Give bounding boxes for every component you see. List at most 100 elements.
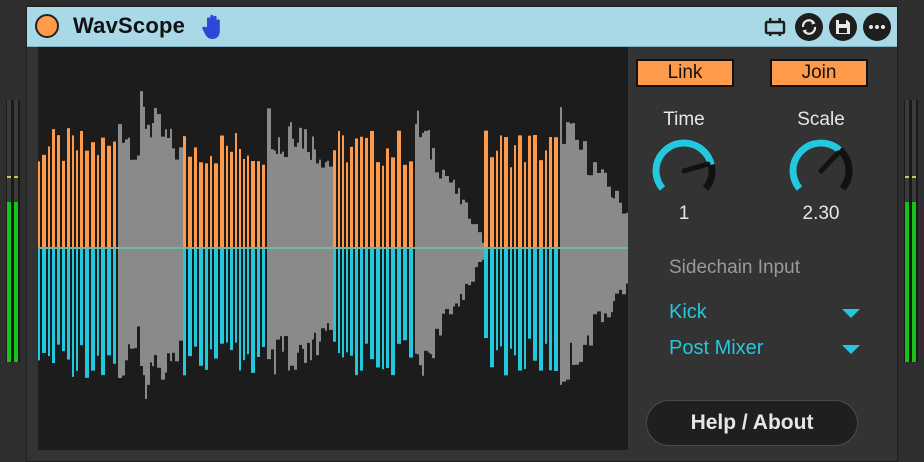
chevron-down-icon[interactable]: [842, 309, 860, 318]
scale-knob[interactable]: [787, 137, 855, 203]
waveform-bar-top: [118, 124, 122, 248]
waveform-bar-bottom: [262, 248, 265, 347]
waveform-bar-top: [455, 193, 458, 248]
waveform-bar-bottom: [152, 248, 154, 367]
waveform-bar-bottom: [365, 248, 368, 344]
refresh-icon[interactable]: [795, 13, 823, 41]
waveform-bar-top: [210, 155, 212, 248]
waveform-svg: [38, 91, 630, 399]
waveform-bar-bottom: [415, 248, 417, 354]
waveform-bar-bottom: [299, 248, 302, 345]
waveform-bar-top: [601, 169, 604, 248]
waveform-bar-bottom: [297, 248, 299, 353]
waveform-bar-top: [471, 224, 475, 248]
waveform-bar-top: [419, 137, 422, 248]
waveform-display[interactable]: [38, 47, 630, 450]
waveform-center-line: [38, 247, 628, 249]
waveform-bar-bottom: [514, 248, 516, 356]
waveform-bar-bottom: [157, 248, 161, 368]
waveform-bar-bottom: [76, 248, 78, 371]
waveform-bar-top: [430, 159, 432, 248]
waveform-bar-bottom: [274, 248, 276, 375]
waveform-bar-top: [226, 145, 228, 248]
waveform-bar-bottom: [214, 248, 218, 359]
waveform-bar-top: [72, 135, 74, 248]
waveform-bar-top: [183, 136, 186, 248]
help-about-button[interactable]: Help / About: [646, 400, 858, 446]
more-icon[interactable]: [863, 13, 891, 41]
waveform-bar-top: [350, 146, 353, 248]
waveform-bar-top: [376, 162, 380, 248]
waveform-bar-bottom: [278, 248, 280, 340]
waveform-bar-bottom: [175, 248, 179, 362]
waveform-bar-bottom: [288, 248, 290, 371]
waveform-bar-top: [524, 162, 526, 248]
waveform-bar-bottom: [355, 248, 358, 376]
waveform-bar-bottom: [137, 248, 140, 327]
waveform-bar-bottom: [194, 248, 197, 347]
waveform-bar-bottom: [566, 248, 570, 380]
waveform-bar-bottom: [611, 248, 613, 313]
waveform-bar-top: [417, 110, 419, 248]
waveform-bar-top: [161, 136, 165, 248]
waveform-bar-bottom: [622, 248, 626, 295]
waveform-bar-bottom: [350, 248, 353, 356]
waveform-bar-top: [613, 198, 615, 248]
waveform-bar-bottom: [428, 248, 430, 353]
waveform-bar-bottom: [482, 248, 484, 260]
waveform-bar-top: [314, 149, 316, 248]
waveform-bar-bottom: [403, 248, 407, 341]
waveform-bar-bottom: [38, 248, 40, 361]
waveform-bar-bottom: [48, 248, 50, 357]
waveform-bar-bottom: [161, 248, 165, 380]
waveform-bar-top: [439, 178, 442, 248]
waveform-bar-top: [80, 130, 83, 248]
waveform-bar-bottom: [593, 248, 597, 315]
link-button[interactable]: Link: [636, 59, 734, 87]
waveform-bar-top: [38, 161, 40, 248]
time-knob[interactable]: [650, 137, 718, 203]
waveform-bar-bottom: [170, 248, 172, 362]
waveform-bar-top: [342, 135, 344, 248]
waveform-bar-bottom: [504, 248, 508, 376]
save-icon[interactable]: [829, 13, 857, 41]
waveform-bar-top: [554, 137, 558, 248]
waveform-bar-bottom: [154, 248, 157, 356]
waveform-bar-top: [290, 122, 292, 248]
waveform-bar-bottom: [376, 248, 380, 368]
waveform-bar-top: [274, 150, 276, 248]
device-power-button[interactable]: [35, 14, 59, 38]
waveform-bar-bottom: [107, 248, 111, 356]
waveform-bar-bottom: [382, 248, 384, 370]
waveform-bar-top: [496, 150, 498, 248]
right-level-meter: [904, 100, 918, 362]
device-titlebar[interactable]: WavScope: [27, 7, 897, 47]
sidechain-tap-dropdown[interactable]: Post Mixer: [669, 337, 763, 360]
waveform-bar-bottom: [490, 248, 494, 368]
chevron-down-icon[interactable]: [842, 345, 860, 354]
waveform-bar-top: [579, 149, 583, 248]
waveform-bar-top: [442, 169, 445, 248]
waveform-bar-bottom: [589, 248, 593, 346]
waveform-bar-bottom: [329, 248, 333, 330]
waveform-bar-bottom: [128, 248, 130, 345]
waveform-bar-bottom: [118, 248, 122, 379]
waveform-bar-top: [453, 179, 455, 248]
waveform-bar-bottom: [251, 248, 255, 373]
waveform-bar-top: [445, 176, 449, 248]
waveform-bar-top: [370, 130, 374, 248]
waveform-bar-bottom: [321, 248, 325, 329]
waveform-bar-bottom: [57, 248, 60, 345]
waveform-bar-top: [167, 137, 170, 248]
waveform-bar-bottom: [271, 248, 274, 350]
time-knob-label: Time: [663, 109, 705, 130]
sidechain-source-dropdown[interactable]: Kick: [669, 301, 707, 324]
waveform-bar-bottom: [539, 248, 543, 371]
waveform-bar-top: [622, 213, 626, 248]
waveform-bar-bottom: [101, 248, 105, 376]
join-button[interactable]: Join: [770, 59, 868, 87]
waveform-bar-bottom: [325, 248, 327, 331]
monitor-icon[interactable]: [761, 13, 789, 41]
waveform-bar-top: [587, 174, 589, 248]
waveform-bar-bottom: [575, 248, 579, 365]
